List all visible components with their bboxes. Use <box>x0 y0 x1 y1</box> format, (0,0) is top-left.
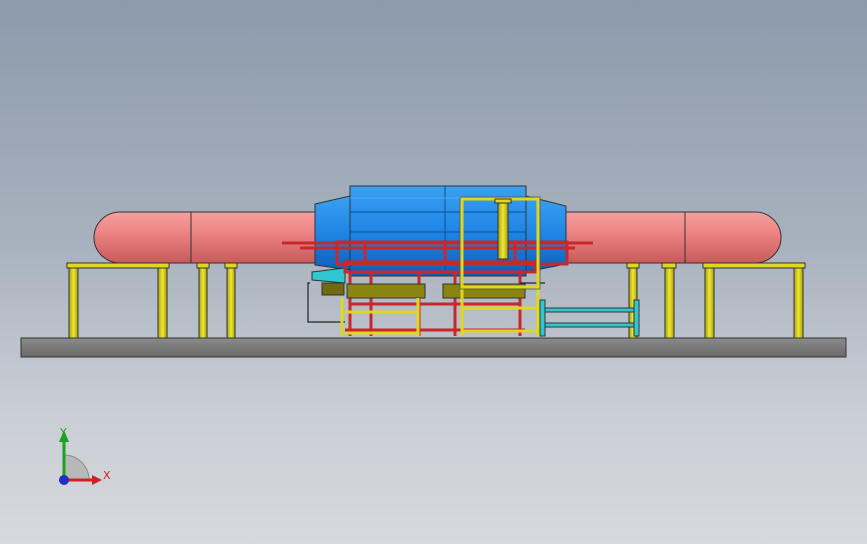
cylinder-cap <box>494 198 512 204</box>
triad-arc <box>63 454 90 481</box>
right-support-table[interactable] <box>626 262 806 339</box>
x-axis-label: X <box>103 469 111 482</box>
y-axis-label: Y <box>59 426 67 439</box>
right-pipe[interactable] <box>559 211 782 264</box>
z-axis-dot <box>59 475 69 485</box>
left-support-table[interactable] <box>66 262 238 339</box>
vertical-cylinder[interactable] <box>497 200 509 260</box>
base-plate[interactable] <box>20 337 847 358</box>
left-pipe[interactable] <box>93 211 316 264</box>
motor-blocks[interactable] <box>321 282 526 299</box>
cyan-nozzle[interactable] <box>311 267 346 284</box>
coordinate-triad: Y X <box>59 426 111 485</box>
cyan-rail[interactable] <box>539 299 640 337</box>
3d-viewport[interactable]: Y X <box>0 0 867 544</box>
